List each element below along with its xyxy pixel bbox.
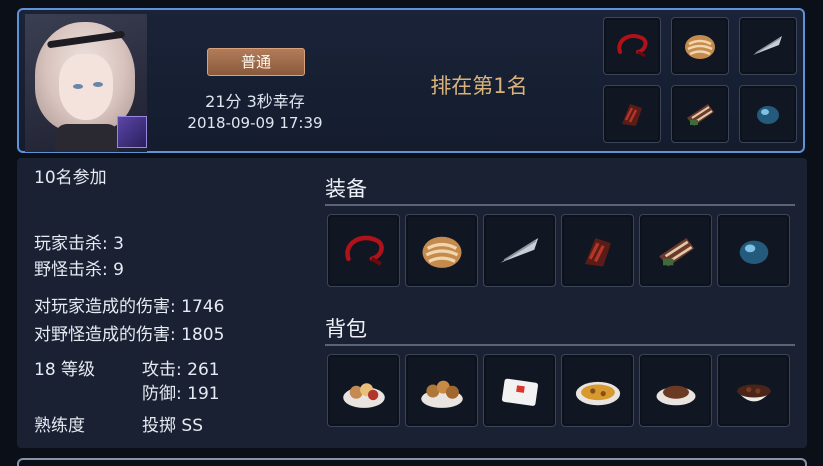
top-equip-slot-3[interactable]	[739, 17, 797, 75]
equip-slot-2[interactable]	[405, 214, 478, 287]
blue-gem-icon	[739, 240, 768, 264]
character-portrait	[25, 14, 147, 152]
blue-gem-icon	[757, 106, 779, 124]
portrait-collar	[55, 124, 119, 152]
equip-slot-4[interactable]	[561, 214, 634, 287]
silver-feather-blade-icon	[753, 36, 782, 55]
backpack-slot-3[interactable]	[483, 354, 556, 427]
backpack-slot-4[interactable]	[561, 354, 634, 427]
backpack-slot-5[interactable]	[639, 354, 712, 427]
round-bread-icon	[685, 35, 715, 59]
defense-stat: 防御: 191	[142, 384, 220, 404]
rank-text: 排在第1名	[430, 74, 528, 98]
round-bread-icon	[422, 236, 461, 268]
backpack-divider	[325, 344, 795, 346]
damage-to-monsters: 对野怪造成的伤害: 1805	[34, 325, 225, 345]
equip-slot-5[interactable]	[639, 214, 712, 287]
damage-to-players: 对玩家造成的伤害: 1746	[34, 297, 225, 317]
bean-bowl-icon	[736, 384, 771, 401]
attack-stat: 攻击: 261	[142, 360, 220, 380]
top-equip-slot-4[interactable]	[603, 85, 661, 143]
weapon-type-badge-icon	[117, 116, 147, 148]
top-equip-slot-2[interactable]	[671, 17, 729, 75]
backpack-slot-1[interactable]	[327, 354, 400, 427]
equip-slot-3[interactable]	[483, 214, 556, 287]
equipment-title: 装备	[325, 177, 367, 201]
portrait-eye	[73, 84, 83, 89]
red-whip-icon	[617, 33, 648, 58]
ration-box-icon	[501, 378, 538, 406]
equipment-divider	[325, 204, 795, 206]
red-gauntlet-icon	[584, 237, 611, 267]
next-card-edge	[17, 458, 807, 466]
striped-armor-icon	[658, 237, 694, 267]
steak-plate-icon	[656, 385, 695, 405]
level: 18 等级	[34, 360, 96, 380]
striped-armor-icon	[687, 104, 714, 126]
curry-plate-icon	[575, 381, 620, 405]
proficiency-label: 熟练度	[34, 416, 85, 436]
participants-count: 10名参加	[34, 168, 107, 188]
silver-feather-blade-icon	[500, 237, 538, 263]
match-result-card: 普通 21分 3秒幸存 2018-09-09 17:39 排在第1名	[17, 8, 805, 153]
match-datetime: 2018-09-09 17:39	[187, 114, 323, 132]
top-equip-slot-1[interactable]	[603, 17, 661, 75]
top-equip-slot-6[interactable]	[739, 85, 797, 143]
top-equip-slot-5[interactable]	[671, 85, 729, 143]
monster-kills: 野怪击杀: 9	[34, 260, 124, 280]
proficiency-value: 投掷 SS	[142, 416, 203, 436]
equip-slot-1[interactable]	[327, 214, 400, 287]
survival-time: 21分 3秒幸存	[205, 92, 305, 111]
player-kills: 玩家击杀: 3	[34, 234, 124, 254]
fried-snack-bowl-icon	[420, 380, 463, 408]
mode-badge: 普通	[207, 48, 305, 76]
food-plate-icon	[342, 382, 385, 408]
portrait-face	[59, 54, 113, 120]
backpack-slot-2[interactable]	[405, 354, 478, 427]
red-whip-icon	[344, 235, 384, 266]
backpack-title: 背包	[325, 317, 367, 341]
equip-slot-6[interactable]	[717, 214, 790, 287]
backpack-slot-6[interactable]	[717, 354, 790, 427]
red-gauntlet-icon	[622, 104, 642, 126]
portrait-eye	[93, 82, 103, 87]
